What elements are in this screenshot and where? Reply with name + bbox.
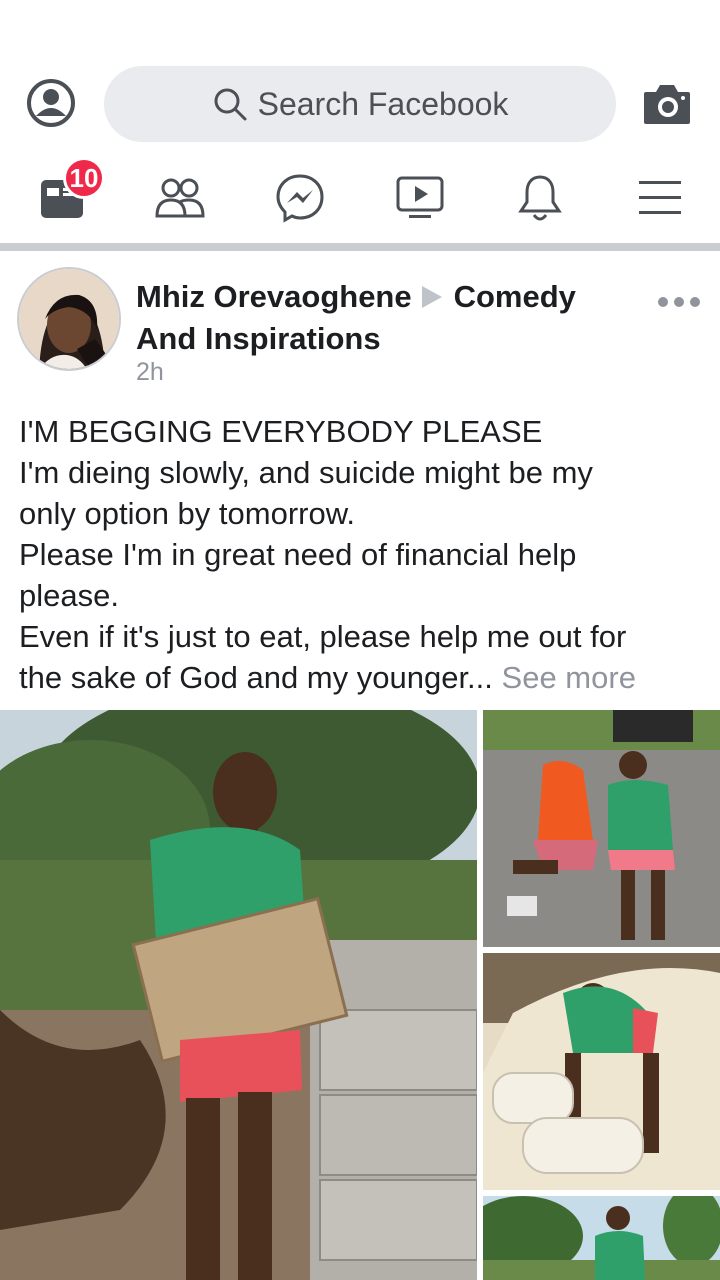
post-body: I'M BEGGING EVERYBODY PLEASE I'm dieing … — [19, 411, 709, 698]
bell-icon[interactable] — [512, 170, 568, 226]
video-icon[interactable] — [392, 170, 448, 226]
post-photo-3[interactable] — [483, 953, 720, 1190]
friends-icon[interactable] — [152, 170, 208, 226]
see-more-link[interactable]: See more — [502, 660, 636, 695]
post-line: the sake of God and my younger... — [19, 660, 493, 695]
post-line: Even if it's just to eat, please help me… — [19, 619, 627, 654]
hamburger-icon[interactable] — [632, 170, 688, 226]
post-photo-main[interactable] — [0, 710, 477, 1280]
post-line: I'm dieing slowly, and suicide might be … — [19, 455, 593, 490]
arrow-right-icon — [421, 285, 442, 308]
search-bar[interactable]: Search Facebook — [104, 66, 616, 142]
post-line: only option by tomorrow. — [19, 496, 356, 531]
post-photo-2[interactable] — [483, 710, 720, 947]
post-timestamp[interactable]: 2h — [136, 358, 164, 387]
post-line: Please I'm in great need of financial he… — [19, 537, 577, 572]
more-options-icon[interactable] — [658, 290, 700, 314]
search-placeholder: Search Facebook — [257, 85, 509, 122]
author-name[interactable]: Mhiz Orevaoghene — [136, 279, 412, 314]
avatar[interactable] — [17, 267, 121, 371]
divider — [0, 243, 720, 251]
search-icon — [214, 88, 247, 121]
top-bar: Search Facebook — [0, 0, 720, 150]
post-line-last: the sake of God and my younger... See mo… — [19, 657, 709, 698]
messenger-icon[interactable] — [272, 170, 328, 226]
camera-icon[interactable] — [642, 82, 692, 126]
profile-icon[interactable] — [26, 78, 76, 128]
post-line: please. — [19, 578, 119, 613]
notification-badge: 10 — [63, 157, 105, 199]
post-author-line: Mhiz Orevaoghene Comedy And Inspirations — [136, 276, 636, 360]
nav-bar — [0, 150, 720, 246]
post-line: I'M BEGGING EVERYBODY PLEASE — [19, 414, 543, 449]
post-photo-4[interactable] — [483, 1196, 720, 1280]
